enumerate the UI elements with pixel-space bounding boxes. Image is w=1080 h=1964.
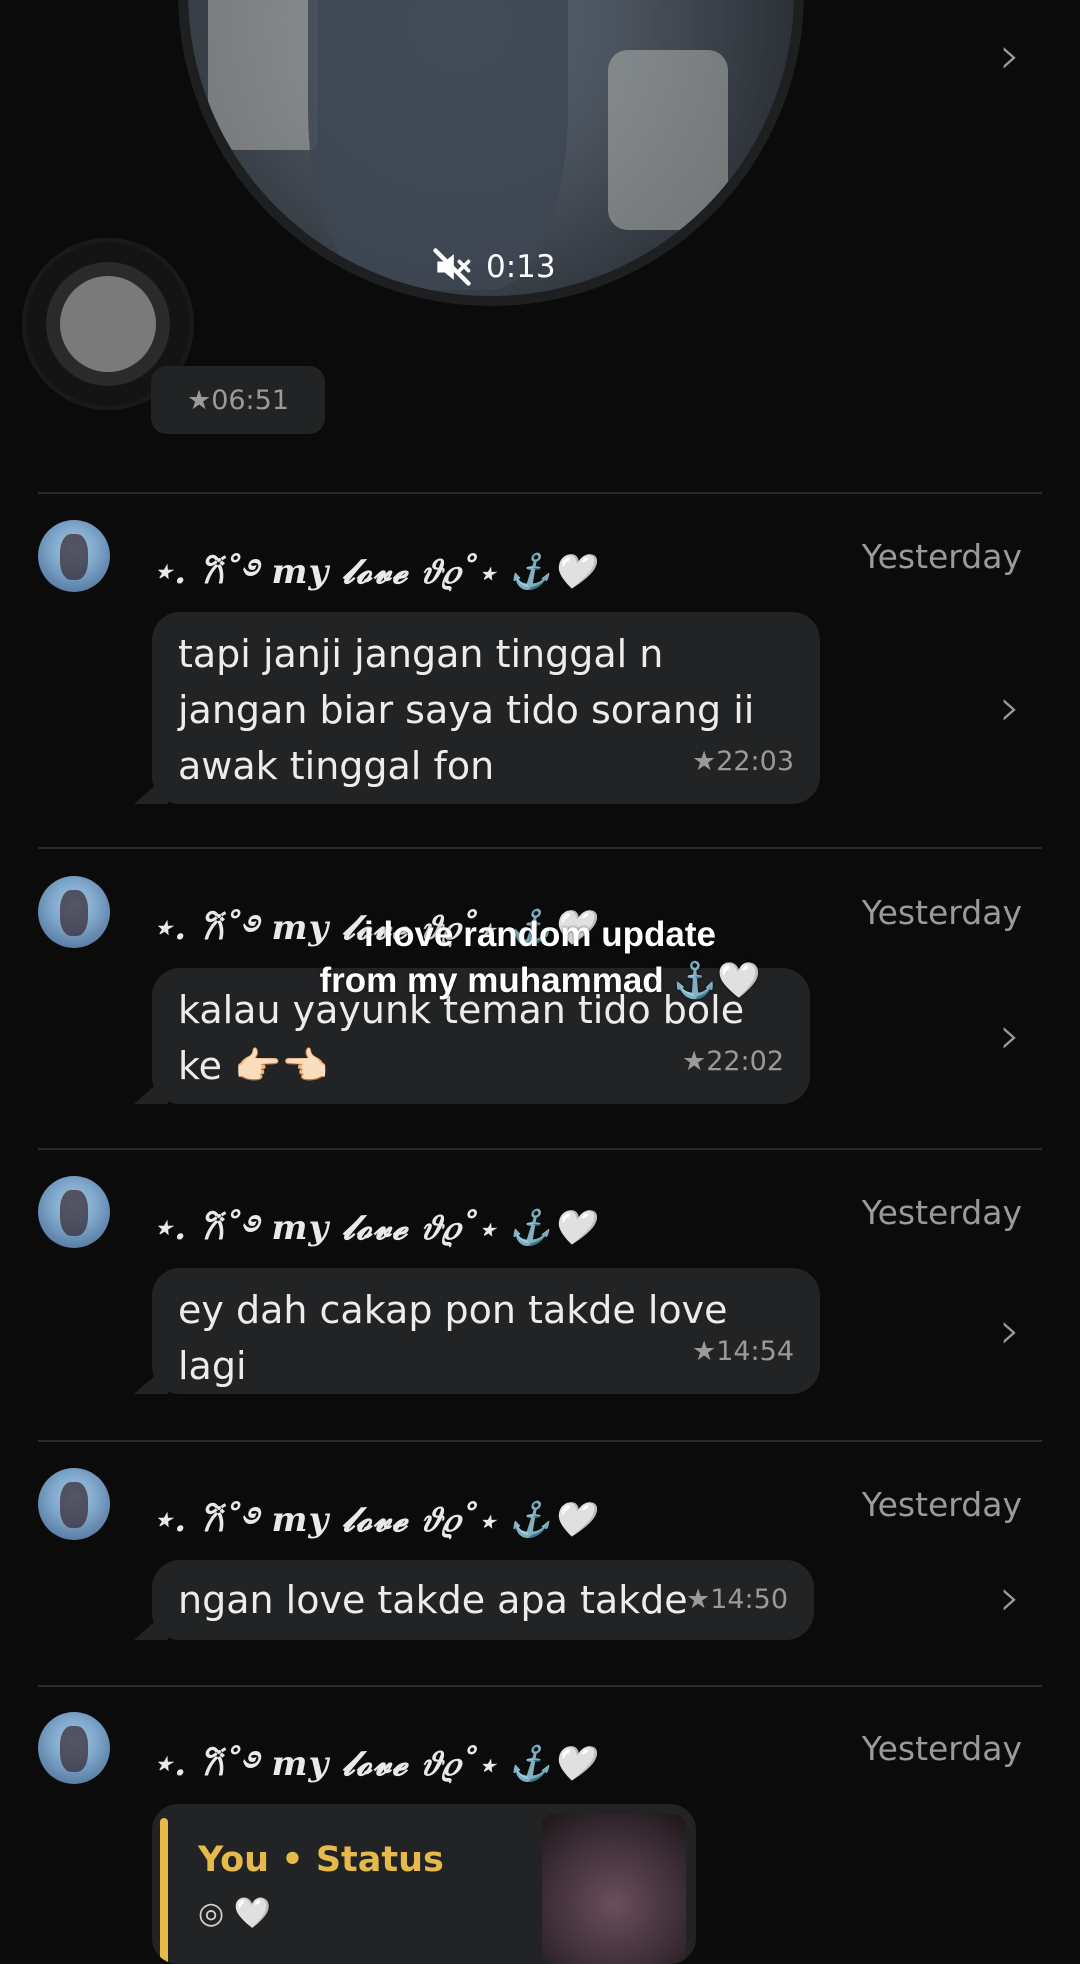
divider: [38, 847, 1042, 849]
message-date: Yesterday: [861, 1193, 1022, 1232]
message-text: ngan love takde apa takde: [178, 1578, 688, 1622]
message-bubble[interactable]: ey dah cakap pon takde love lagi ★14:54: [134, 1268, 820, 1394]
avatar[interactable]: [38, 1468, 110, 1540]
message-date: Yesterday: [861, 1485, 1022, 1524]
chevron-right-icon[interactable]: ›: [990, 682, 1030, 734]
video-duration-overlay: 0:13: [430, 245, 556, 289]
status-subtitle: ◎ 🤍: [198, 1896, 272, 1931]
message-text: tapi janji jangan tinggal n jangan biar …: [178, 632, 755, 788]
message-date: Yesterday: [861, 537, 1022, 576]
divider: [38, 492, 1042, 494]
record-icon: [46, 262, 170, 386]
message-time: ★22:02: [681, 1046, 784, 1077]
status-thumbnail[interactable]: [542, 1814, 686, 1964]
status-label: You • Status: [198, 1840, 444, 1880]
video-duration: 0:13: [486, 249, 556, 285]
message-text: ey dah cakap pon takde love lagi: [178, 1288, 728, 1388]
message-time: ★22:03: [691, 746, 794, 777]
divider: [38, 1685, 1042, 1687]
caption-line-1: i love random update: [364, 915, 716, 954]
chevron-right-icon[interactable]: ›: [990, 1010, 1030, 1062]
overlay-caption: i love random update from my muhammad ⚓🤍: [0, 912, 1080, 1004]
status-reply-card[interactable]: You • Status ◎ 🤍: [152, 1804, 696, 1964]
status-accent-bar: [160, 1818, 168, 1964]
chevron-right-icon[interactable]: ›: [990, 30, 1030, 82]
message-time-pill: ★06:51: [151, 366, 325, 434]
divider: [38, 1440, 1042, 1442]
message-date: Yesterday: [861, 1729, 1022, 1768]
divider: [38, 1148, 1042, 1150]
message-bubble[interactable]: tapi janji jangan tinggal n jangan biar …: [134, 612, 820, 804]
avatar[interactable]: [38, 1712, 110, 1784]
caption-line-2: from my muhammad ⚓🤍: [319, 961, 761, 1000]
video-frame-shape: [208, 0, 318, 150]
chevron-right-icon[interactable]: ›: [990, 1305, 1030, 1357]
avatar[interactable]: [38, 520, 110, 592]
message-time: ★14:50: [685, 1584, 788, 1615]
message-time: ★14:54: [691, 1336, 794, 1367]
message-bubble[interactable]: ngan love takde apa takde ★14:50: [134, 1560, 814, 1640]
avatar[interactable]: [38, 1176, 110, 1248]
video-frame-shape: [608, 50, 728, 230]
mute-icon: [433, 248, 471, 286]
chevron-right-icon[interactable]: ›: [990, 1572, 1030, 1624]
